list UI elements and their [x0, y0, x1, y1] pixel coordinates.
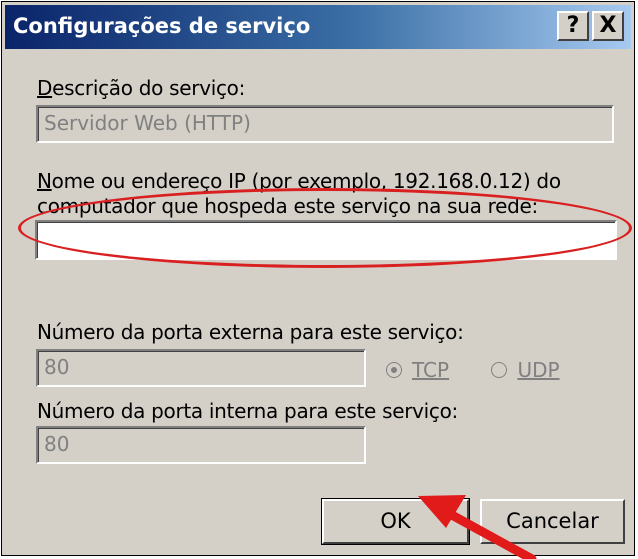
- pointer-arrow-icon: [418, 495, 537, 559]
- pointer-arrow-shape: [418, 495, 537, 559]
